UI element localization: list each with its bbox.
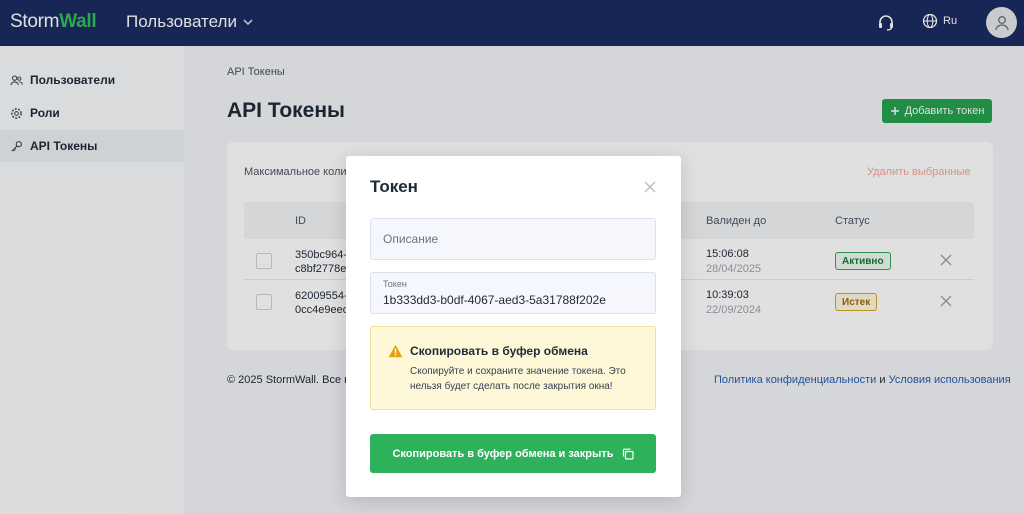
description-field-wrapper [370,218,656,260]
copy-and-close-button[interactable]: Скопировать в буфер обмена и закрыть [370,434,656,473]
copy-and-close-label: Скопировать в буфер обмена и закрыть [392,447,614,460]
close-icon[interactable] [644,181,656,193]
warning-icon [388,344,403,358]
warning-text: Скопируйте и сохраните значение токена. … [410,366,626,392]
description-input[interactable] [383,219,643,259]
token-field-label: Токен [383,279,407,289]
token-value[interactable]: 1b333dd3-b0df-4067-aed3-5a31788f202e [383,293,606,307]
copy-icon [622,448,634,460]
token-modal: Токен Токен 1b333dd3-b0df-4067-aed3-5a31… [346,156,681,497]
warning-title: Скопировать в буфер обмена [410,344,588,358]
modal-title: Токен [370,177,418,196]
copy-warning-alert: Скопировать в буфер обмена Скопируйте и … [370,326,656,410]
token-field[interactable]: Токен 1b333dd3-b0df-4067-aed3-5a31788f20… [370,272,656,314]
